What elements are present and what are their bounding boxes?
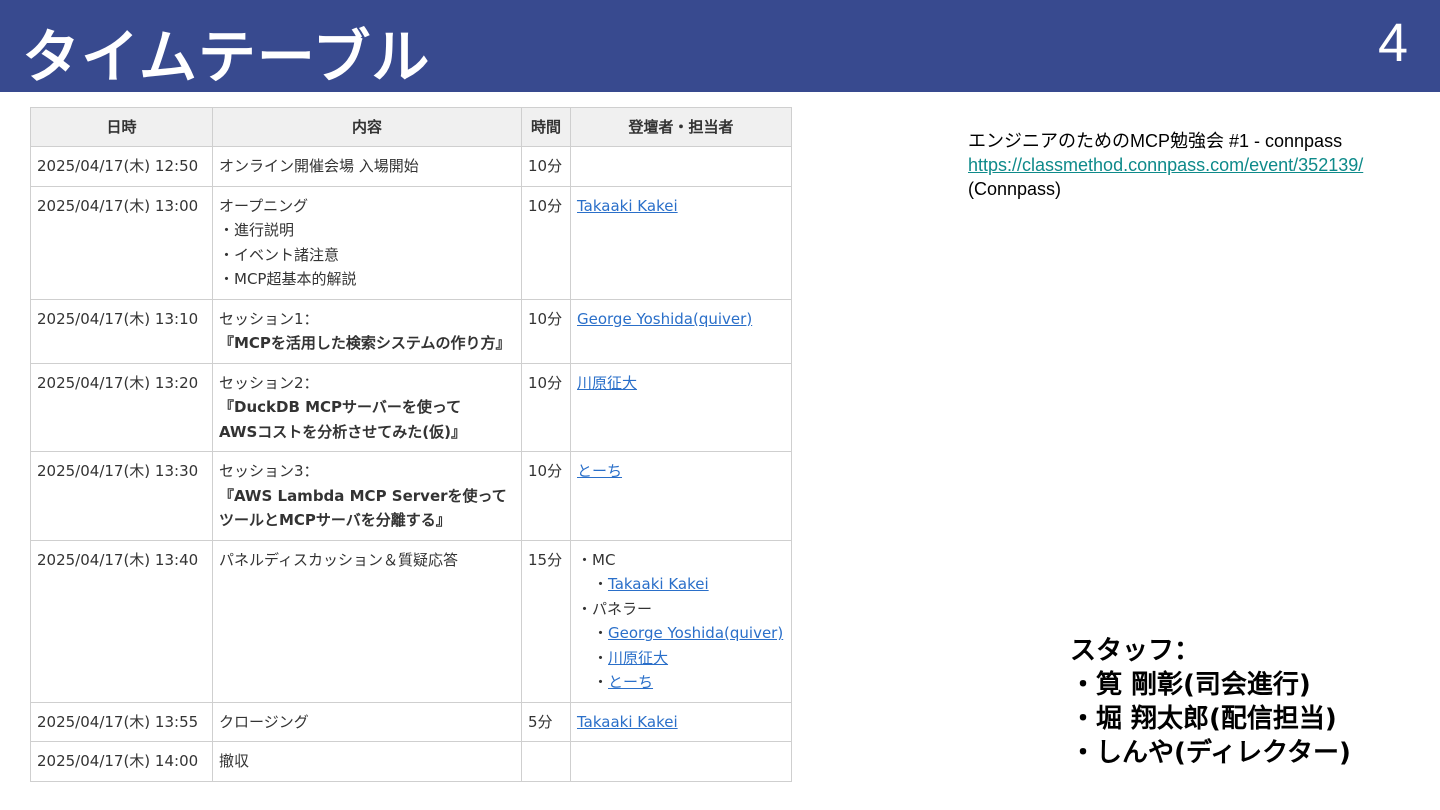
bullet: ・ (593, 673, 609, 691)
session-title: 『AWS Lambda MCP Serverを使って (219, 486, 507, 505)
bullet: ・ (593, 648, 609, 667)
table-row: 2025/04/17(木) 13:20 セッション2： 『DuckDB MCPサ… (30, 362, 792, 452)
event-source: (Connpass) (968, 179, 1062, 199)
speaker-cell: Takaaki Kakei (570, 701, 792, 742)
speaker-link[interactable]: Takaaki Kakei (608, 575, 709, 593)
content-line: オンライン開催会場 入場開始 (219, 157, 419, 175)
speaker-cell (570, 741, 792, 782)
duration-cell (521, 741, 571, 782)
mc-item: ・Takaaki Kakei (577, 572, 785, 597)
panel-item: ・George Yoshida(quiver) (577, 621, 785, 646)
table-row: 2025/04/17(木) 13:40 パネルディスカッション＆質疑応答 15分… (30, 539, 792, 703)
page-number: 4 (1377, 13, 1408, 73)
staff-member: ・しんや(ディレクター) (1070, 738, 1351, 768)
column-header-content: 内容 (212, 107, 522, 147)
event-url-link[interactable]: https://classmethod.connpass.com/event/3… (968, 155, 1363, 175)
table-row: 2025/04/17(木) 12:50 オンライン開催会場 入場開始 10分 (30, 146, 792, 187)
speaker-cell: Takaaki Kakei (570, 185, 792, 300)
bullet: ・ (593, 624, 609, 642)
datetime-cell: 2025/04/17(木) 13:00 (30, 185, 213, 300)
column-header-datetime: 日時 (30, 107, 213, 147)
content-line: オープニング (219, 196, 309, 215)
content-cell: クロージング (212, 701, 522, 742)
content-line: パネルディスカッション＆質疑応答 (219, 550, 458, 569)
speaker-link[interactable]: George Yoshida(quiver) (577, 307, 785, 332)
content-cell: セッション2： 『DuckDB MCPサーバーを使って AWSコストを分析させて… (212, 362, 522, 452)
duration-cell: 10分 (521, 451, 571, 541)
datetime-cell: 2025/04/17(木) 12:50 (30, 146, 213, 187)
content-line: セッション2： (219, 373, 319, 392)
speaker-cell: George Yoshida(quiver) (570, 298, 792, 364)
staff-list: スタッフ： ・筧 剛彰(司会進行) ・堀 翔太郎(配信担当) ・しんや(ディレク… (1070, 634, 1351, 770)
table-header-row: 日時 内容 時間 登壇者・担当者 (30, 107, 792, 147)
duration-cell: 15分 (521, 539, 571, 703)
content-cell: セッション3： 『AWS Lambda MCP Serverを使って ツールとM… (212, 451, 522, 541)
table-row: 2025/04/17(木) 13:00 オープニング ・進行説明 ・イベント諸注… (30, 185, 792, 300)
panel-item: ・とーち (577, 670, 785, 695)
duration-cell: 10分 (521, 362, 571, 452)
datetime-cell: 2025/04/17(木) 13:30 (30, 451, 213, 541)
speaker-link[interactable]: Takaaki Kakei (577, 710, 785, 735)
content-line: ・イベント諸注意 (219, 245, 340, 264)
table-row: 2025/04/17(木) 14:00 撤収 (30, 741, 792, 782)
timetable: 日時 内容 時間 登壇者・担当者 2025/04/17(木) 12:50 オンラ… (30, 107, 792, 782)
mc-label: ・MC (577, 550, 616, 569)
datetime-cell: 2025/04/17(木) 13:10 (30, 298, 213, 364)
event-title: エンジニアのためのMCP勉強会 #1 - connpass (968, 131, 1343, 151)
content-cell: パネルディスカッション＆質疑応答 (212, 539, 522, 703)
datetime-cell: 2025/04/17(木) 13:55 (30, 701, 213, 742)
content-line: ・MCP超基本的解説 (219, 270, 357, 288)
session-title: ツールとMCPサーバを分離する』 (219, 511, 451, 529)
column-header-speaker: 登壇者・担当者 (570, 107, 792, 147)
content-line: クロージング (219, 712, 309, 731)
table-row: 2025/04/17(木) 13:55 クロージング 5分 Takaaki Ka… (30, 701, 792, 742)
datetime-cell: 2025/04/17(木) 14:00 (30, 741, 213, 782)
content-cell: 撤収 (212, 741, 522, 782)
slide-header: タイムテーブル 4 (0, 0, 1440, 92)
speaker-link[interactable]: Takaaki Kakei (577, 194, 785, 219)
duration-cell: 10分 (521, 298, 571, 364)
speaker-cell: 川原征大 (570, 362, 792, 452)
speaker-link[interactable]: 川原征大 (608, 649, 668, 667)
session-title: 『MCPを活用した検索システムの作り方』 (219, 334, 511, 352)
session-title: 『DuckDB MCPサーバーを使って (219, 398, 462, 416)
datetime-cell: 2025/04/17(木) 13:40 (30, 539, 213, 703)
speaker-link[interactable]: とーち (577, 459, 785, 484)
content-line: ・進行説明 (219, 221, 295, 239)
content-line: セッション3： (219, 462, 319, 480)
content-cell: オープニング ・進行説明 ・イベント諸注意 ・MCP超基本的解説 (212, 185, 522, 300)
content-cell: セッション1： 『MCPを活用した検索システムの作り方』 (212, 298, 522, 364)
panel-item: ・川原征大 (577, 646, 785, 671)
column-header-duration: 時間 (521, 107, 571, 147)
content-line: 撤収 (219, 752, 250, 770)
table-row: 2025/04/17(木) 13:10 セッション1： 『MCPを活用した検索シ… (30, 298, 792, 364)
panel-label: ・パネラー (577, 599, 653, 618)
bullet: ・ (593, 575, 609, 593)
speaker-link[interactable]: 川原征大 (577, 371, 785, 396)
staff-member: ・堀 翔太郎(配信担当) (1070, 704, 1337, 734)
slide-title: タイムテーブル (22, 23, 431, 91)
speaker-cell (570, 146, 792, 187)
duration-cell: 5分 (521, 701, 571, 742)
duration-cell: 10分 (521, 185, 571, 300)
duration-cell: 10分 (521, 146, 571, 187)
event-info: エンジニアのためのMCP勉強会 #1 - connpass https://cl… (968, 129, 1363, 201)
speaker-link[interactable]: とーち (608, 673, 653, 691)
staff-heading: スタッフ： (1070, 636, 1201, 666)
speaker-link[interactable]: George Yoshida(quiver) (608, 624, 783, 642)
content-line: セッション1： (219, 309, 319, 328)
session-title: AWSコストを分析させてみた(仮)』 (219, 422, 466, 441)
speaker-cell: ・MC ・Takaaki Kakei ・パネラー ・George Yoshida… (570, 539, 792, 703)
staff-member: ・筧 剛彰(司会進行) (1070, 670, 1311, 700)
speaker-cell: とーち (570, 451, 792, 541)
table-row: 2025/04/17(木) 13:30 セッション3： 『AWS Lambda … (30, 451, 792, 541)
datetime-cell: 2025/04/17(木) 13:20 (30, 362, 213, 452)
content-cell: オンライン開催会場 入場開始 (212, 146, 522, 187)
